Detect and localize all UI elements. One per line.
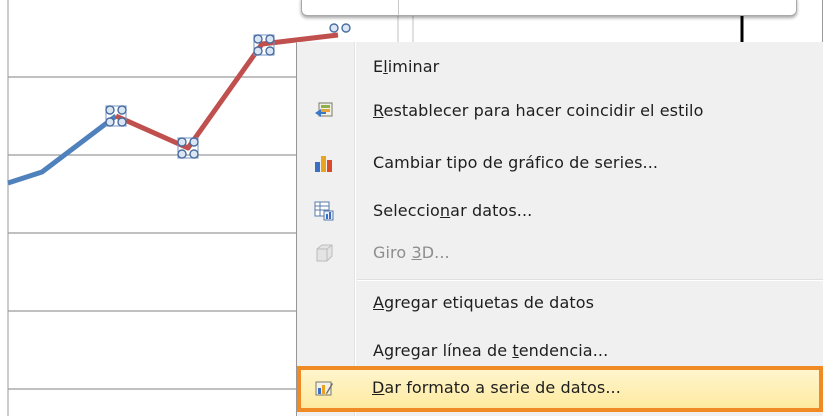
menu-item-label: Agregar etiquetas de datos <box>373 293 595 312</box>
popup-value: 30 <box>702 0 721 4</box>
menu-separator <box>357 279 823 281</box>
menu-item-agregar-tendencia[interactable]: Agregar línea de tendencia... <box>298 332 823 369</box>
selection-handle[interactable] <box>329 23 351 33</box>
popup-divider <box>398 0 399 15</box>
menu-item-cambiar-tipo-grafico[interactable]: Cambiar tipo de gráfico de series... <box>298 144 823 181</box>
menu-item-agregar-etiquetas[interactable]: Agregar etiquetas de datos <box>298 284 823 321</box>
menu-item-dar-formato-serie[interactable]: Dar formato a serie de datos... <box>297 366 823 412</box>
menu-item-label: Cambiar tipo de gráfico de series... <box>373 153 659 172</box>
rotation-3d-icon <box>314 243 334 263</box>
top-popup: 30 <box>301 0 797 16</box>
menu-item-label: Eliminar <box>373 57 440 76</box>
menu-item-giro-3d: Giro 3D... <box>298 234 823 271</box>
menu-item-restablecer-estilo[interactable]: Restablecer para hacer coincidir el esti… <box>298 92 823 129</box>
blue-series-line[interactable] <box>7 114 118 186</box>
reset-style-icon <box>314 101 334 121</box>
menu-item-label: Dar formato a serie de datos... <box>372 378 621 397</box>
menu-item-label: Agregar línea de tendencia... <box>373 341 609 360</box>
chart-type-icon <box>314 153 334 173</box>
menu-item-label: Restablecer para hacer coincidir el esti… <box>373 101 704 120</box>
menu-item-seleccionar-datos[interactable]: Seleccionar datos... <box>298 192 823 229</box>
menu-item-label: Seleccionar datos... <box>373 201 533 220</box>
select-data-icon <box>314 201 334 221</box>
menu-item-label: Giro 3D... <box>373 243 450 262</box>
menu-item-eliminar[interactable]: Eliminar <box>298 48 823 85</box>
format-series-icon <box>314 379 334 399</box>
context-menu: Eliminar Restablecer para hacer coincidi… <box>296 42 823 416</box>
